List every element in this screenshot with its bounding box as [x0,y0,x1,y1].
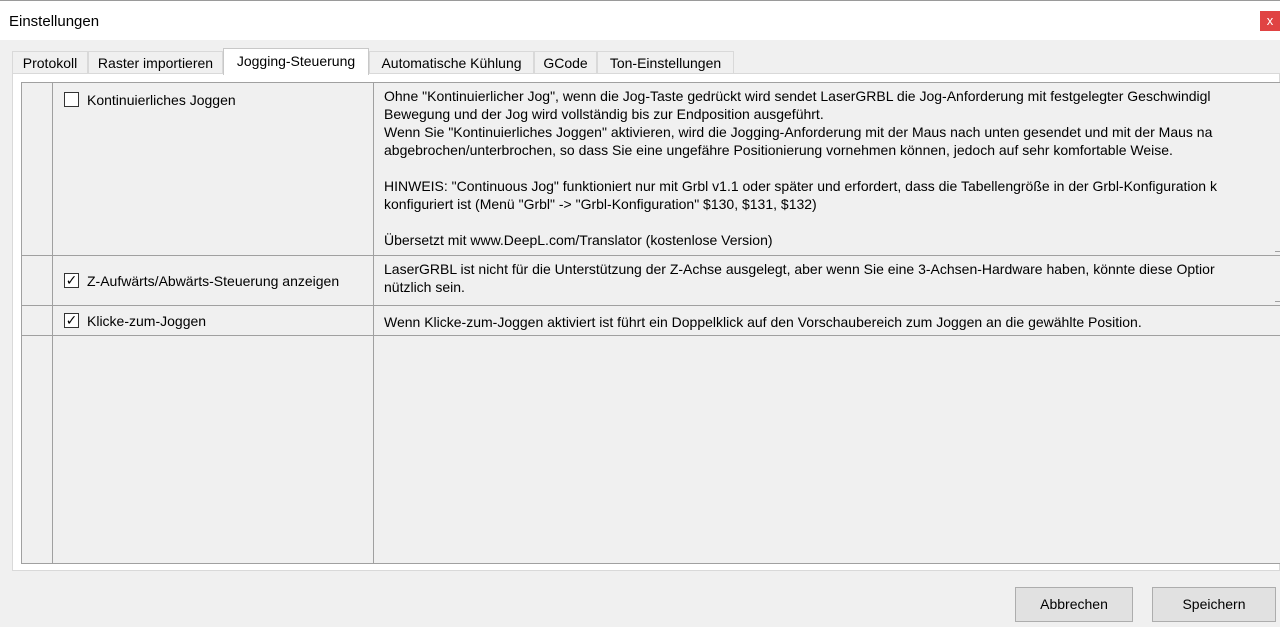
title-bar: Einstellungen x [0,0,1280,40]
description-line: konfiguriert ist (Menü "Grbl" -> "Grbl-K… [384,196,817,212]
tab-protokoll[interactable]: Protokoll [12,51,88,74]
z-control-checkbox[interactable]: ✓ [64,273,79,288]
tab-jogging-steuerung[interactable]: Jogging-Steuerung [223,48,369,75]
scroll-marker [1275,251,1280,252]
close-button[interactable]: x [1260,11,1280,31]
option-cell: Kontinuierliches Joggen [54,83,373,255]
continuous-jog-checkbox[interactable] [64,92,79,107]
tab-raster-importieren[interactable]: Raster importieren [88,51,223,74]
save-button[interactable]: Speichern [1152,587,1276,622]
description-line: HINWEIS: "Continuous Jog" funktioniert n… [384,178,1217,194]
settings-row-click-to-jog: ✓ Klicke-zum-Joggen Wenn Klicke-zum-Jogg… [22,306,1280,336]
description-line: nützlich sein. [384,279,465,295]
tab-ton-einstellungen[interactable]: Ton-Einstellungen [597,51,734,74]
option-cell: ✓ Klicke-zum-Joggen [54,306,373,335]
z-control-description: LaserGRBL ist nicht für die Unterstützun… [374,256,1280,305]
settings-row-z-control: ✓ Z-Aufwärts/Abwärts-Steuerung anzeigen … [22,256,1280,306]
click-to-jog-checkbox[interactable]: ✓ [64,313,79,328]
tab-automatische-kuehlung[interactable]: Automatische Kühlung [369,51,534,74]
settings-window: Einstellungen x Protokoll Raster importi… [0,0,1280,627]
description-spacer [384,159,1280,177]
description-spacer [384,213,1280,231]
click-to-jog-description: Wenn Klicke-zum-Joggen aktiviert ist füh… [374,306,1280,335]
cancel-button[interactable]: Abbrechen [1015,587,1133,622]
description-line: Ohne "Kontinuierlicher Jog", wenn die Jo… [384,88,1211,104]
description-line: LaserGRBL ist nicht für die Unterstützun… [384,261,1215,277]
option-cell: ✓ Z-Aufwärts/Abwärts-Steuerung anzeigen [54,256,373,305]
settings-row-continuous-jog: Kontinuierliches Joggen Ohne "Kontinuier… [22,83,1280,256]
description-line: abgebrochen/unterbrochen, so dass Sie ei… [384,142,1173,158]
description-line: Wenn Klicke-zum-Joggen aktiviert ist füh… [384,314,1142,330]
scroll-marker [1275,301,1280,302]
description-line: Wenn Sie "Kontinuierliches Joggen" aktiv… [384,124,1213,140]
continuous-jog-label: Kontinuierliches Joggen [87,92,236,108]
description-line: Übersetzt mit www.DeepL.com/Translator (… [384,232,773,248]
click-to-jog-label: Klicke-zum-Joggen [87,313,207,329]
continuous-jog-description: Ohne "Kontinuierlicher Jog", wenn die Jo… [374,83,1280,255]
description-line: Bewegung und der Jog wird vollständig bi… [384,106,824,122]
z-control-label: Z-Aufwärts/Abwärts-Steuerung anzeigen [87,273,340,289]
window-title: Einstellungen [9,13,100,30]
jogging-settings-panel: Kontinuierliches Joggen Ohne "Kontinuier… [12,73,1280,571]
settings-grid: Kontinuierliches Joggen Ohne "Kontinuier… [21,82,1280,564]
tab-gcode[interactable]: GCode [534,51,597,74]
